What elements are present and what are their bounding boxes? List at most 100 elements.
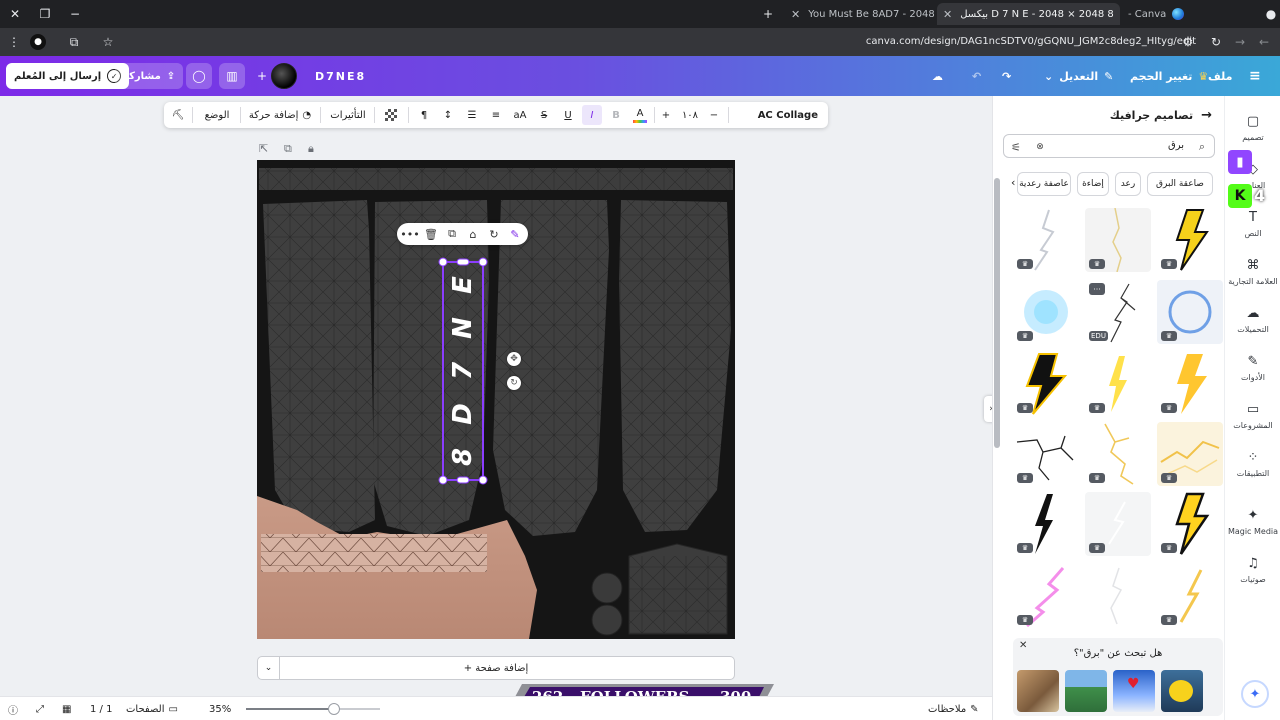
clear-search-icon[interactable]: ⊗	[1032, 139, 1048, 155]
tab-canva[interactable]: Canva -	[1122, 3, 1258, 25]
refresh-icon[interactable]: ↻	[485, 223, 503, 245]
chevron-left-icon[interactable]: ‹	[1011, 176, 1015, 189]
strikethrough-button[interactable]: S	[534, 102, 554, 128]
grid-view-icon[interactable]: ▦	[62, 702, 71, 716]
notes-button[interactable]: ملاحظات ✎	[928, 702, 979, 716]
duplicate-page-icon[interactable]: ⧉	[284, 142, 292, 156]
animate-button[interactable]: إضافة حركة ◔	[244, 102, 316, 128]
close-tab-icon[interactable]: ✕	[791, 8, 800, 21]
tab-current-design[interactable]: 8 D 7 N E - 2048 × 2048 بيكسل ✕	[937, 3, 1120, 25]
graphic-result[interactable]: ♛	[1013, 564, 1079, 628]
restore-window-icon[interactable]: ❐	[36, 5, 54, 23]
graphic-result[interactable]: ♛	[1157, 352, 1223, 416]
lock-icon[interactable]: ⌂	[464, 223, 482, 245]
rail-audio[interactable]: ♫ صوتيات	[1225, 554, 1280, 585]
text-direction-button[interactable]: ¶	[414, 102, 434, 128]
selected-text-element[interactable]: 8 D 7 N E	[443, 264, 483, 478]
canva-assistant-button[interactable]: ✦	[1241, 680, 1269, 708]
design-title[interactable]: D7NE8	[315, 70, 366, 83]
cat-thumbnail[interactable]	[1017, 670, 1059, 712]
case-button[interactable]: aA	[510, 102, 530, 128]
graphic-result[interactable]: ♛	[1013, 422, 1079, 486]
add-collaborator-button[interactable]: +	[252, 63, 272, 89]
undo-icon[interactable]: ↶	[972, 64, 981, 88]
rail-projects[interactable]: ▭ المشروعات	[1225, 400, 1280, 431]
tab-you-must-be[interactable]: You Must Be 8AD7 - 2048 × 20 ✕	[785, 3, 935, 25]
font-size-increase-button[interactable]: +	[658, 102, 674, 128]
spacing-button[interactable]: ↕	[438, 102, 458, 128]
edit-mode-button[interactable]: ⌄ التعديل ✎	[1044, 64, 1113, 88]
graphic-result[interactable]: ♛	[1157, 492, 1223, 556]
hamburger-menu-icon[interactable]: ≡	[1249, 64, 1261, 88]
close-tab-icon[interactable]: ✕	[943, 8, 952, 21]
zoom-slider-knob[interactable]	[328, 703, 340, 715]
graphic-result[interactable]: ♛	[1085, 492, 1151, 556]
text-color-button[interactable]: A	[630, 102, 650, 128]
rail-text[interactable]: T النص	[1225, 208, 1280, 239]
graphic-result[interactable]	[1085, 564, 1151, 628]
filter-icon[interactable]: ⚟	[1008, 139, 1024, 155]
graphic-result[interactable]: ♛	[1013, 492, 1079, 556]
graphic-result[interactable]: ♛	[1013, 280, 1079, 344]
align-button[interactable]: ≡	[486, 102, 506, 128]
close-window-icon[interactable]: ✕	[6, 5, 24, 23]
move-handle-icon[interactable]: ✥	[507, 352, 521, 366]
site-settings-icon[interactable]: ⚙	[1180, 34, 1196, 50]
redo-icon[interactable]: ↷	[1002, 64, 1011, 88]
extensions-puzzle-icon[interactable]: ⧉	[66, 34, 82, 50]
zoom-slider[interactable]	[246, 703, 380, 715]
magic-edit-icon[interactable]: ✎	[506, 223, 524, 245]
heart-mountain-thumbnail[interactable]: ♥	[1113, 670, 1155, 712]
more-options-icon[interactable]: •••	[400, 223, 419, 245]
rail-tools[interactable]: ✎ الأدوات	[1225, 352, 1280, 383]
zoom-value[interactable]: 35%	[209, 702, 231, 716]
back-icon[interactable]: ←	[1256, 34, 1272, 50]
avatar[interactable]	[271, 63, 297, 89]
fullscreen-icon[interactable]: ⤢	[36, 702, 44, 716]
add-page-button[interactable]: ⌄ + إضافة صفحة	[257, 656, 735, 680]
copy-style-button[interactable]: ⛏	[168, 102, 188, 128]
comments-button[interactable]: ◯	[186, 63, 212, 89]
new-tab-icon[interactable]: +	[759, 5, 777, 23]
menu-dots-icon[interactable]: ⋮	[6, 34, 22, 50]
forward-icon[interactable]: →	[1232, 34, 1248, 50]
profile-icon[interactable]: ●	[1262, 5, 1280, 23]
landscape-thumbnail[interactable]	[1065, 670, 1107, 712]
more-options-icon[interactable]: ···	[1089, 283, 1105, 295]
rail-apps[interactable]: ⁘ التطبيقات	[1225, 448, 1280, 479]
delete-icon[interactable]: 🗑︎	[422, 223, 440, 245]
rotate-handle-icon[interactable]: ↻	[507, 376, 521, 390]
send-to-teacher-button[interactable]: إرسال إلى المُعلم ✓	[6, 63, 130, 89]
graphic-result[interactable]: ♛	[1157, 564, 1223, 628]
chip[interactable]: إضاءة	[1077, 172, 1109, 196]
chip[interactable]: رعد	[1115, 172, 1141, 196]
duplicate-icon[interactable]: ⧉	[443, 223, 461, 245]
underline-button[interactable]: U	[558, 102, 578, 128]
bookmark-star-icon[interactable]: ☆	[100, 34, 116, 50]
file-menu-button[interactable]: ملف	[1208, 64, 1232, 88]
graphic-result[interactable]: ♛	[1157, 422, 1223, 486]
lock-page-icon[interactable]: 🔒︎	[308, 142, 314, 156]
back-arrow-icon[interactable]: →	[1201, 108, 1212, 123]
duck-thumbnail[interactable]	[1161, 670, 1203, 712]
extension-icon[interactable]: ●	[30, 34, 46, 50]
resize-button[interactable]: تغيير الحجم ♛	[1130, 64, 1208, 88]
minimize-window-icon[interactable]: −	[66, 5, 84, 23]
url-field[interactable]: canva.com/design/DAG1ncSDTV0/gGQNU_JGM2c…	[866, 36, 1196, 47]
reload-icon[interactable]: ↻	[1208, 34, 1224, 50]
chip[interactable]: صاعقة البرق	[1147, 172, 1213, 196]
search-input[interactable]: ⚟ ⊗ برق ⌕	[1003, 134, 1215, 158]
italic-button[interactable]: I	[582, 105, 602, 125]
graphic-result[interactable]: ♛	[1157, 280, 1223, 344]
pages-button[interactable]: الصفحات ▭	[126, 702, 178, 716]
panel-scrollbar[interactable]	[994, 178, 1000, 448]
list-button[interactable]: ☰	[462, 102, 482, 128]
graphic-result[interactable]: ♛	[1085, 208, 1151, 272]
chip[interactable]: عاصفة رعدية	[1017, 172, 1071, 196]
graphic-result[interactable]: ♛	[1157, 208, 1223, 272]
rail-magic-media[interactable]: ✦ Magic Media	[1225, 506, 1280, 537]
share-page-icon[interactable]: ⇱	[259, 142, 268, 156]
transparency-button[interactable]	[380, 102, 402, 128]
insights-button[interactable]: ▥	[219, 63, 245, 89]
cloud-saved-icon[interactable]: ☁	[932, 64, 943, 88]
